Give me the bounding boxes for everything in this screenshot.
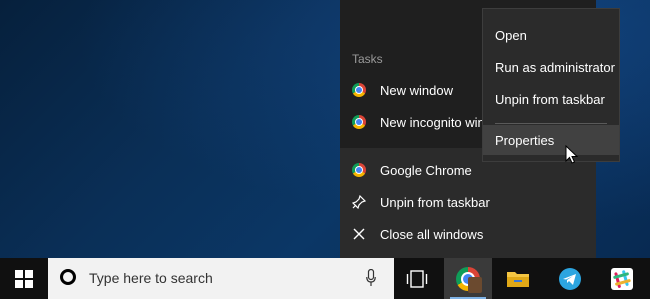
taskbar-telegram-button[interactable] (546, 258, 594, 299)
menu-item-run-as-administrator[interactable]: Run as administrator (483, 52, 619, 82)
start-button[interactable] (0, 258, 48, 299)
task-view-icon[interactable] (406, 269, 428, 289)
cortana-icon (60, 269, 76, 285)
menu-item-open[interactable]: Open (483, 20, 619, 50)
close-icon (353, 228, 365, 240)
jumplist-item-unpin[interactable]: Unpin from taskbar (340, 186, 596, 218)
menu-item-properties[interactable]: Properties (483, 125, 619, 155)
unpin-icon (352, 195, 366, 209)
search-placeholder: Type here to search (89, 270, 213, 286)
jumplist-item-label: Google Chrome (380, 162, 472, 178)
slack-icon (611, 267, 633, 290)
file-explorer-icon (507, 271, 529, 287)
profile-avatar (468, 276, 482, 293)
windows-logo-icon (15, 269, 33, 288)
chrome-icon (352, 83, 366, 97)
chrome-icon (456, 266, 482, 293)
taskbar-chrome-button[interactable] (444, 258, 492, 299)
menu-item-unpin-from-taskbar[interactable]: Unpin from taskbar (483, 84, 619, 114)
menu-item-label: Properties (495, 132, 555, 148)
tasks-section-title: Tasks (352, 52, 383, 66)
context-menu: Open Run as administrator Unpin from tas… (482, 8, 620, 162)
jumplist-item-label: Unpin from taskbar (380, 194, 490, 210)
menu-item-label: Unpin from taskbar (495, 91, 605, 107)
taskbar: Type here to search (0, 258, 650, 299)
chrome-icon (352, 115, 366, 129)
menu-separator (495, 123, 607, 124)
telegram-icon (559, 267, 581, 290)
jumplist-item-close-all[interactable]: Close all windows (340, 218, 596, 250)
chrome-icon (352, 163, 366, 177)
jumplist-item-label: New window (380, 82, 453, 98)
taskbar-slack-button[interactable] (598, 258, 646, 299)
search-box[interactable]: Type here to search (48, 258, 394, 299)
menu-item-label: Open (495, 27, 527, 43)
jumplist-item-label: Close all windows (380, 226, 484, 242)
microphone-icon[interactable] (366, 269, 376, 287)
taskbar-file-explorer-button[interactable] (494, 258, 542, 299)
mouse-cursor-icon (565, 145, 579, 164)
jumplist-item-label: New incognito window (380, 114, 490, 130)
menu-item-label: Run as administrator (495, 59, 615, 75)
